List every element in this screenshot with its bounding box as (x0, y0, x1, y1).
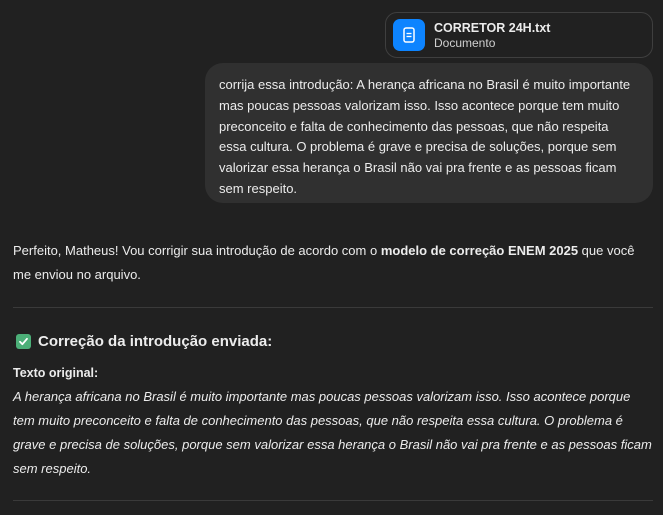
assistant-intro: Perfeito, Matheus! Vou corrigir sua intr… (13, 239, 653, 287)
original-text-label: Texto original: (13, 366, 99, 380)
file-attachment[interactable]: CORRETOR 24H.txt Documento (385, 12, 653, 58)
original-text: A herança africana no Brasil é muito imp… (13, 389, 652, 476)
document-icon (393, 19, 425, 51)
divider (13, 307, 653, 308)
user-message-text: corrija essa introdução: A herança afric… (219, 77, 631, 196)
divider (13, 500, 653, 501)
file-type: Documento (434, 35, 496, 50)
section-heading-text: Correção da introdução enviada: (38, 333, 273, 350)
section-heading: Correção da introdução enviada: (16, 333, 272, 350)
user-message-bubble: corrija essa introdução: A herança afric… (205, 63, 653, 203)
check-mark-icon (16, 334, 31, 349)
file-name: CORRETOR 24H.txt (434, 20, 551, 35)
intro-text-bold: modelo de correção ENEM 2025 (380, 243, 579, 258)
intro-text-start: Perfeito, Matheus! Vou corrigir sua intr… (13, 243, 381, 258)
